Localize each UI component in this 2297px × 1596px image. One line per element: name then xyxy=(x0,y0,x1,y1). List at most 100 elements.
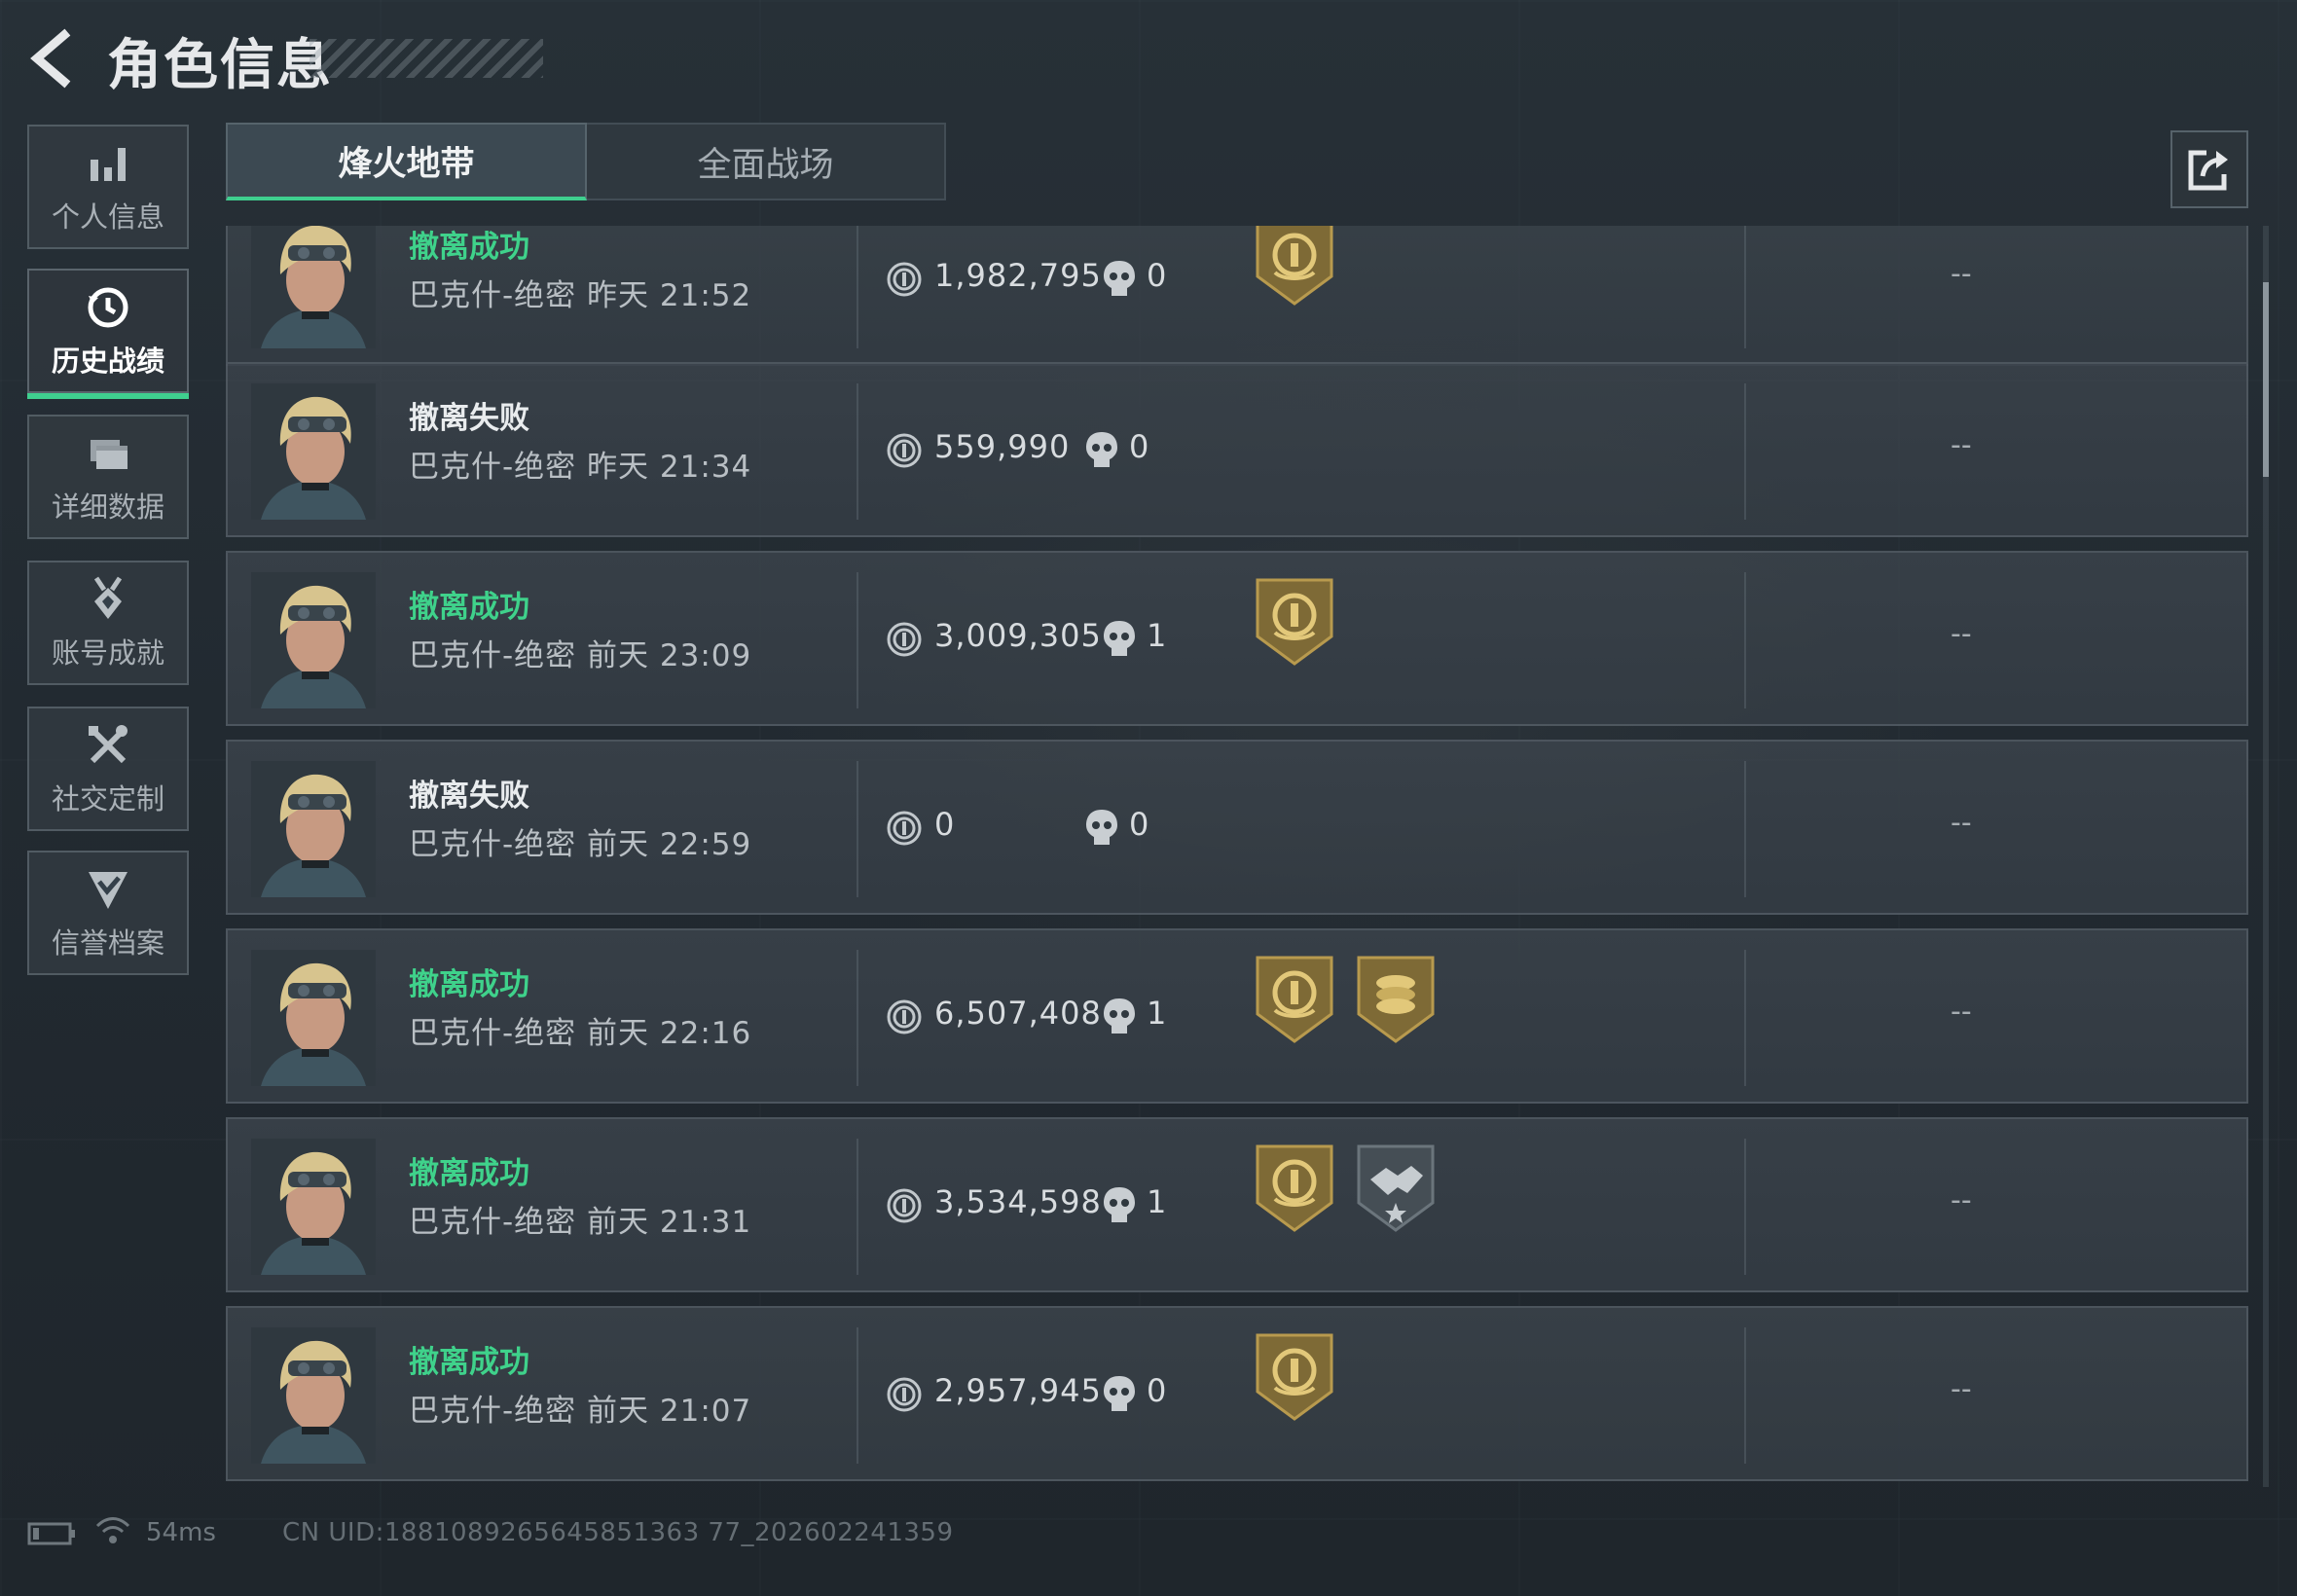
sidebar-item-label: 历史战绩 xyxy=(51,345,164,378)
column-divider xyxy=(1744,383,1746,520)
skull-icon xyxy=(1102,997,1137,1035)
match-time: 昨天 21:52 xyxy=(587,278,752,313)
match-history-list: 撤离成功 巴克什-绝密 昨天 21:52 1,982,795 0 -- 撤离失败 巴克什-绝… xyxy=(226,226,2248,1487)
kill-count: 0 xyxy=(1147,257,1167,294)
match-time: 前天 23:09 xyxy=(587,638,752,673)
column-divider xyxy=(1744,950,1746,1086)
extraction-status: 撤离成功 xyxy=(409,590,529,625)
map-and-time: 巴克什-绝密 前天 21:07 xyxy=(409,1386,751,1430)
rating-placeholder: -- xyxy=(1951,257,1972,291)
map-and-time: 巴克什-绝密 前天 22:16 xyxy=(409,1008,751,1052)
match-row[interactable]: 撤离成功 巴克什-绝密 前天 23:09 3,009,305 1 -- xyxy=(226,551,2248,726)
extracted-value: 6,507,408 xyxy=(934,995,1102,1032)
scrollbar-thumb[interactable] xyxy=(2263,282,2269,477)
kill-count: 0 xyxy=(1147,1372,1167,1409)
map-name: 巴克什-绝密 xyxy=(409,450,577,485)
folder-icon xyxy=(83,428,133,479)
extraction-status: 撤离成功 xyxy=(409,230,529,265)
extracted-value: 2,957,945 xyxy=(934,1372,1102,1409)
column-divider xyxy=(857,761,858,897)
map-name: 巴克什-绝密 xyxy=(409,278,577,313)
shield-check-icon xyxy=(83,864,133,915)
coin-icon xyxy=(886,432,923,469)
match-time: 前天 21:31 xyxy=(587,1205,752,1240)
match-row[interactable]: 撤离成功巴克什-绝密 前天 22:16 6,507,408 1 -- xyxy=(226,928,2248,1104)
column-divider xyxy=(1744,761,1746,897)
tab-warfare[interactable]: 全面战场 xyxy=(587,123,946,200)
column-divider xyxy=(1744,1139,1746,1275)
column-divider xyxy=(857,572,858,708)
sidebar-item-label: 个人信息 xyxy=(51,200,164,234)
column-divider xyxy=(857,1139,858,1275)
gold-emblem-badge-icon xyxy=(1254,576,1335,668)
sidebar-item-achievements[interactable]: 账号成就 xyxy=(27,561,189,685)
extracted-value: 3,534,598 xyxy=(934,1183,1102,1220)
sidebar-item-detailed-data[interactable]: 详细数据 xyxy=(27,415,189,539)
operator-avatar xyxy=(251,226,376,348)
operator-avatar xyxy=(251,1327,376,1464)
gold-emblem-badge-icon xyxy=(1254,1331,1335,1423)
column-divider xyxy=(1744,1327,1746,1464)
map-name: 巴克什-绝密 xyxy=(409,1016,577,1051)
skull-icon xyxy=(1084,430,1119,469)
map-name: 巴克什-绝密 xyxy=(409,1394,577,1429)
sidebar-item-social[interactable]: 社交定制 xyxy=(27,707,189,831)
sidebar-item-label: 账号成就 xyxy=(51,636,164,670)
coin-icon xyxy=(886,261,923,298)
match-row[interactable]: 撤离成功 巴克什-绝密 前天 21:31 3,534,598 1 -- xyxy=(226,1117,2248,1292)
rating-placeholder: -- xyxy=(1951,428,1972,462)
match-time: 前天 21:07 xyxy=(587,1394,752,1429)
rating-placeholder: -- xyxy=(1951,617,1972,651)
map-name: 巴克什-绝密 xyxy=(409,827,577,862)
gold-emblem-badge-icon xyxy=(1254,226,1335,308)
sidebar-item-credit[interactable]: 信誉档案 xyxy=(27,851,189,975)
coin-icon xyxy=(886,1187,923,1224)
share-button[interactable] xyxy=(2170,130,2248,208)
back-arrow-icon[interactable] xyxy=(21,27,84,90)
kill-count: 1 xyxy=(1147,995,1167,1032)
match-time: 前天 22:59 xyxy=(587,827,752,862)
sidebar-item-label: 社交定制 xyxy=(51,782,164,816)
sidebar-item-history[interactable]: 历史战绩 xyxy=(27,269,189,399)
coin-icon xyxy=(886,810,923,847)
column-divider xyxy=(857,950,858,1086)
operator-avatar xyxy=(251,950,376,1086)
extraction-status: 撤离成功 xyxy=(409,1156,529,1191)
map-and-time: 巴克什-绝密 昨天 21:52 xyxy=(409,271,751,314)
extracted-value: 1,982,795 xyxy=(934,257,1102,294)
sidebar-item-label: 详细数据 xyxy=(51,490,164,524)
map-and-time: 巴克什-绝密 前天 21:31 xyxy=(409,1197,751,1241)
column-divider xyxy=(1744,226,1746,348)
coin-icon xyxy=(886,621,923,658)
column-divider xyxy=(857,383,858,520)
match-row[interactable]: 撤离成功 巴克什-绝密 前天 21:07 2,957,945 0 -- xyxy=(226,1306,2248,1481)
extraction-status: 撤离成功 xyxy=(409,967,529,1002)
battery-icon xyxy=(27,1522,76,1545)
map-and-time: 巴克什-绝密 前天 22:59 xyxy=(409,819,751,863)
skull-icon xyxy=(1102,619,1137,658)
kill-count: 0 xyxy=(1129,428,1149,465)
operator-avatar xyxy=(251,572,376,708)
operator-avatar xyxy=(251,383,376,520)
skull-icon xyxy=(1102,1185,1137,1224)
extracted-value: 559,990 xyxy=(934,428,1071,465)
page-title: 角色信息 xyxy=(107,34,333,97)
uid-text: CN UID:1881089265645851363 77_2026022413… xyxy=(282,1518,954,1547)
tab-operations[interactable]: 烽火地带 xyxy=(226,123,587,200)
match-row[interactable]: 撤离成功巴克什-绝密 昨天 21:52 1,982,795 0 -- xyxy=(226,226,2248,366)
match-row[interactable]: 撤离失败 巴克什-绝密 前天 22:59 0 0 -- xyxy=(226,740,2248,915)
coin-icon xyxy=(886,998,923,1035)
match-row[interactable]: 撤离失败 巴克什-绝密 昨天 21:34 559,990 0 -- xyxy=(226,362,2248,537)
sidebar-item-label: 信誉档案 xyxy=(51,926,164,960)
rating-placeholder: -- xyxy=(1951,995,1972,1029)
map-name: 巴克什-绝密 xyxy=(409,638,577,673)
rating-placeholder: -- xyxy=(1951,1372,1972,1406)
gold-emblem-badge-icon xyxy=(1254,954,1335,1045)
map-and-time: 巴克什-绝密 昨天 21:34 xyxy=(409,442,751,486)
kill-count: 1 xyxy=(1147,617,1167,654)
operator-avatar xyxy=(251,1139,376,1275)
medal-icon xyxy=(83,574,133,625)
gold-emblem-badge-icon xyxy=(1254,1143,1335,1234)
match-time: 昨天 21:34 xyxy=(587,450,752,485)
sidebar-item-personal-info[interactable]: 个人信息 xyxy=(27,125,189,249)
